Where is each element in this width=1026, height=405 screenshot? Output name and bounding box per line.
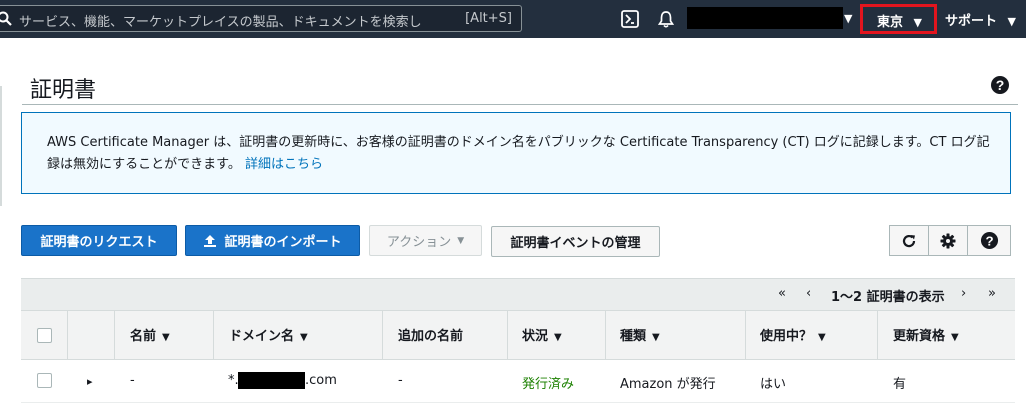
column-header-type[interactable]: 種類 ▼ [620, 325, 660, 344]
refresh-button[interactable] [889, 225, 929, 256]
info-text-block: AWS Certificate Manager は、証明書の更新時に、お客様の証… [47, 132, 997, 176]
cell-type: Amazon が発行 [620, 377, 716, 392]
table-header-row [21, 310, 1015, 360]
next-page-button[interactable]: › [961, 286, 966, 301]
cell-name: - [130, 373, 135, 388]
account-menu-redacted[interactable] [687, 7, 843, 29]
cell-in-use: はい [760, 377, 787, 392]
column-header-label: 状況 [522, 329, 549, 344]
column-header-domain[interactable]: ドメイン名 ▼ [229, 325, 308, 344]
svg-text:?: ? [985, 233, 993, 248]
refresh-icon [902, 234, 916, 247]
gear-icon [940, 233, 956, 248]
sort-caret-icon: ▼ [300, 332, 308, 343]
page-title: 証明書 [30, 78, 97, 103]
cell-renewal-eligibility: 有 [893, 377, 907, 392]
sort-caret-icon: ▼ [818, 332, 826, 343]
row-divider [21, 402, 1015, 403]
search-icon [0, 11, 12, 26]
column-separator [114, 310, 115, 360]
pagination-summary: 1〜2 証明書の表示 [831, 290, 945, 305]
column-header-label: 使用中？ [760, 329, 813, 344]
column-header-label: 追加の名前 [398, 329, 464, 344]
last-page-button[interactable]: » [988, 286, 996, 301]
cell-domain-suffix: .com [305, 373, 337, 388]
notification-bell-icon[interactable] [656, 9, 676, 29]
ct-logging-info-box: AWS Certificate Manager は、証明書の更新時に、お客様の証… [21, 112, 1011, 194]
actions-caret-icon: ▼ [457, 235, 465, 246]
import-certificate-label: 証明書のインポート [224, 235, 342, 250]
column-header-status[interactable]: 状況 ▼ [522, 325, 562, 344]
select-all-checkbox[interactable] [37, 328, 52, 343]
column-separator [507, 310, 508, 360]
cell-status: 発行済み [522, 377, 575, 392]
prev-page-button[interactable]: ‹ [806, 286, 811, 301]
help-icon[interactable]: ? [990, 75, 1010, 95]
sort-caret-icon: ▼ [554, 332, 562, 343]
column-separator [67, 310, 68, 360]
account-caret-icon[interactable]: ▼ [844, 12, 852, 25]
svg-text:?: ? [996, 77, 1005, 93]
cloudshell-icon[interactable] [620, 9, 640, 29]
search-shortcut-hint: [Alt+S] [465, 11, 512, 26]
column-header-additional-names: 追加の名前 [398, 325, 463, 344]
column-header-name[interactable]: 名前 ▼ [130, 325, 170, 344]
settings-button[interactable] [928, 225, 968, 256]
info-message: AWS Certificate Manager は、証明書の更新時に、お客様の証… [47, 135, 990, 172]
manage-events-label: 証明書イベントの管理 [510, 236, 641, 251]
column-header-label: 名前 [130, 329, 157, 344]
sort-caret-icon: ▼ [951, 332, 959, 343]
actions-label: アクション [386, 235, 452, 250]
column-separator [745, 310, 746, 360]
title-divider [22, 104, 1018, 105]
support-menu[interactable]: サポート ▼ [945, 10, 1016, 29]
column-separator [382, 310, 383, 360]
learn-more-link[interactable]: 詳細はこちら [245, 157, 323, 172]
column-separator [605, 310, 606, 360]
side-panel-edge [0, 86, 2, 206]
column-header-in-use[interactable]: 使用中？ ▼ [760, 325, 826, 344]
region-label: 東京 [877, 15, 904, 30]
column-header-label: 更新資格 [893, 329, 946, 344]
cell-additional-names: - [398, 373, 403, 388]
column-separator [213, 310, 214, 360]
column-header-label: ドメイン名 [229, 329, 295, 344]
column-separator [877, 310, 878, 360]
sort-caret-icon: ▼ [652, 332, 660, 343]
request-certificate-label: 証明書のリクエスト [40, 235, 158, 250]
expand-row-icon[interactable]: ▸ [87, 375, 93, 388]
support-caret-icon: ▼ [1007, 15, 1017, 28]
top-navigation-bar: サービス、機能、マーケットプレイスの製品、ドキュメントを検索し [Alt+S] … [0, 0, 1026, 38]
support-label: サポート [945, 14, 998, 29]
help-button[interactable]: ? [967, 225, 1011, 256]
search-box[interactable]: サービス、機能、マーケットプレイスの製品、ドキュメントを検索し [Alt+S] [0, 5, 522, 32]
row-checkbox[interactable] [37, 373, 52, 388]
domain-redacted [238, 372, 305, 389]
request-certificate-button[interactable]: 証明書のリクエスト [21, 225, 177, 256]
search-input[interactable]: サービス、機能、マーケットプレイスの製品、ドキュメントを検索し [19, 11, 422, 30]
column-header-renewal-eligibility[interactable]: 更新資格 ▼ [893, 325, 959, 344]
actions-dropdown[interactable]: アクション ▼ [369, 225, 482, 256]
sort-caret-icon: ▼ [162, 332, 170, 343]
column-header-label: 種類 [620, 329, 647, 344]
region-caret-icon: ▼ [913, 16, 923, 29]
region-selector[interactable]: 東京 ▼ [860, 4, 937, 34]
help-icon: ? [980, 231, 998, 250]
manage-certificate-events-button[interactable]: 証明書イベントの管理 [491, 226, 660, 257]
first-page-button[interactable]: « [778, 286, 786, 301]
import-certificate-button[interactable]: 証明書のインポート [185, 225, 360, 256]
upload-icon [204, 234, 217, 247]
